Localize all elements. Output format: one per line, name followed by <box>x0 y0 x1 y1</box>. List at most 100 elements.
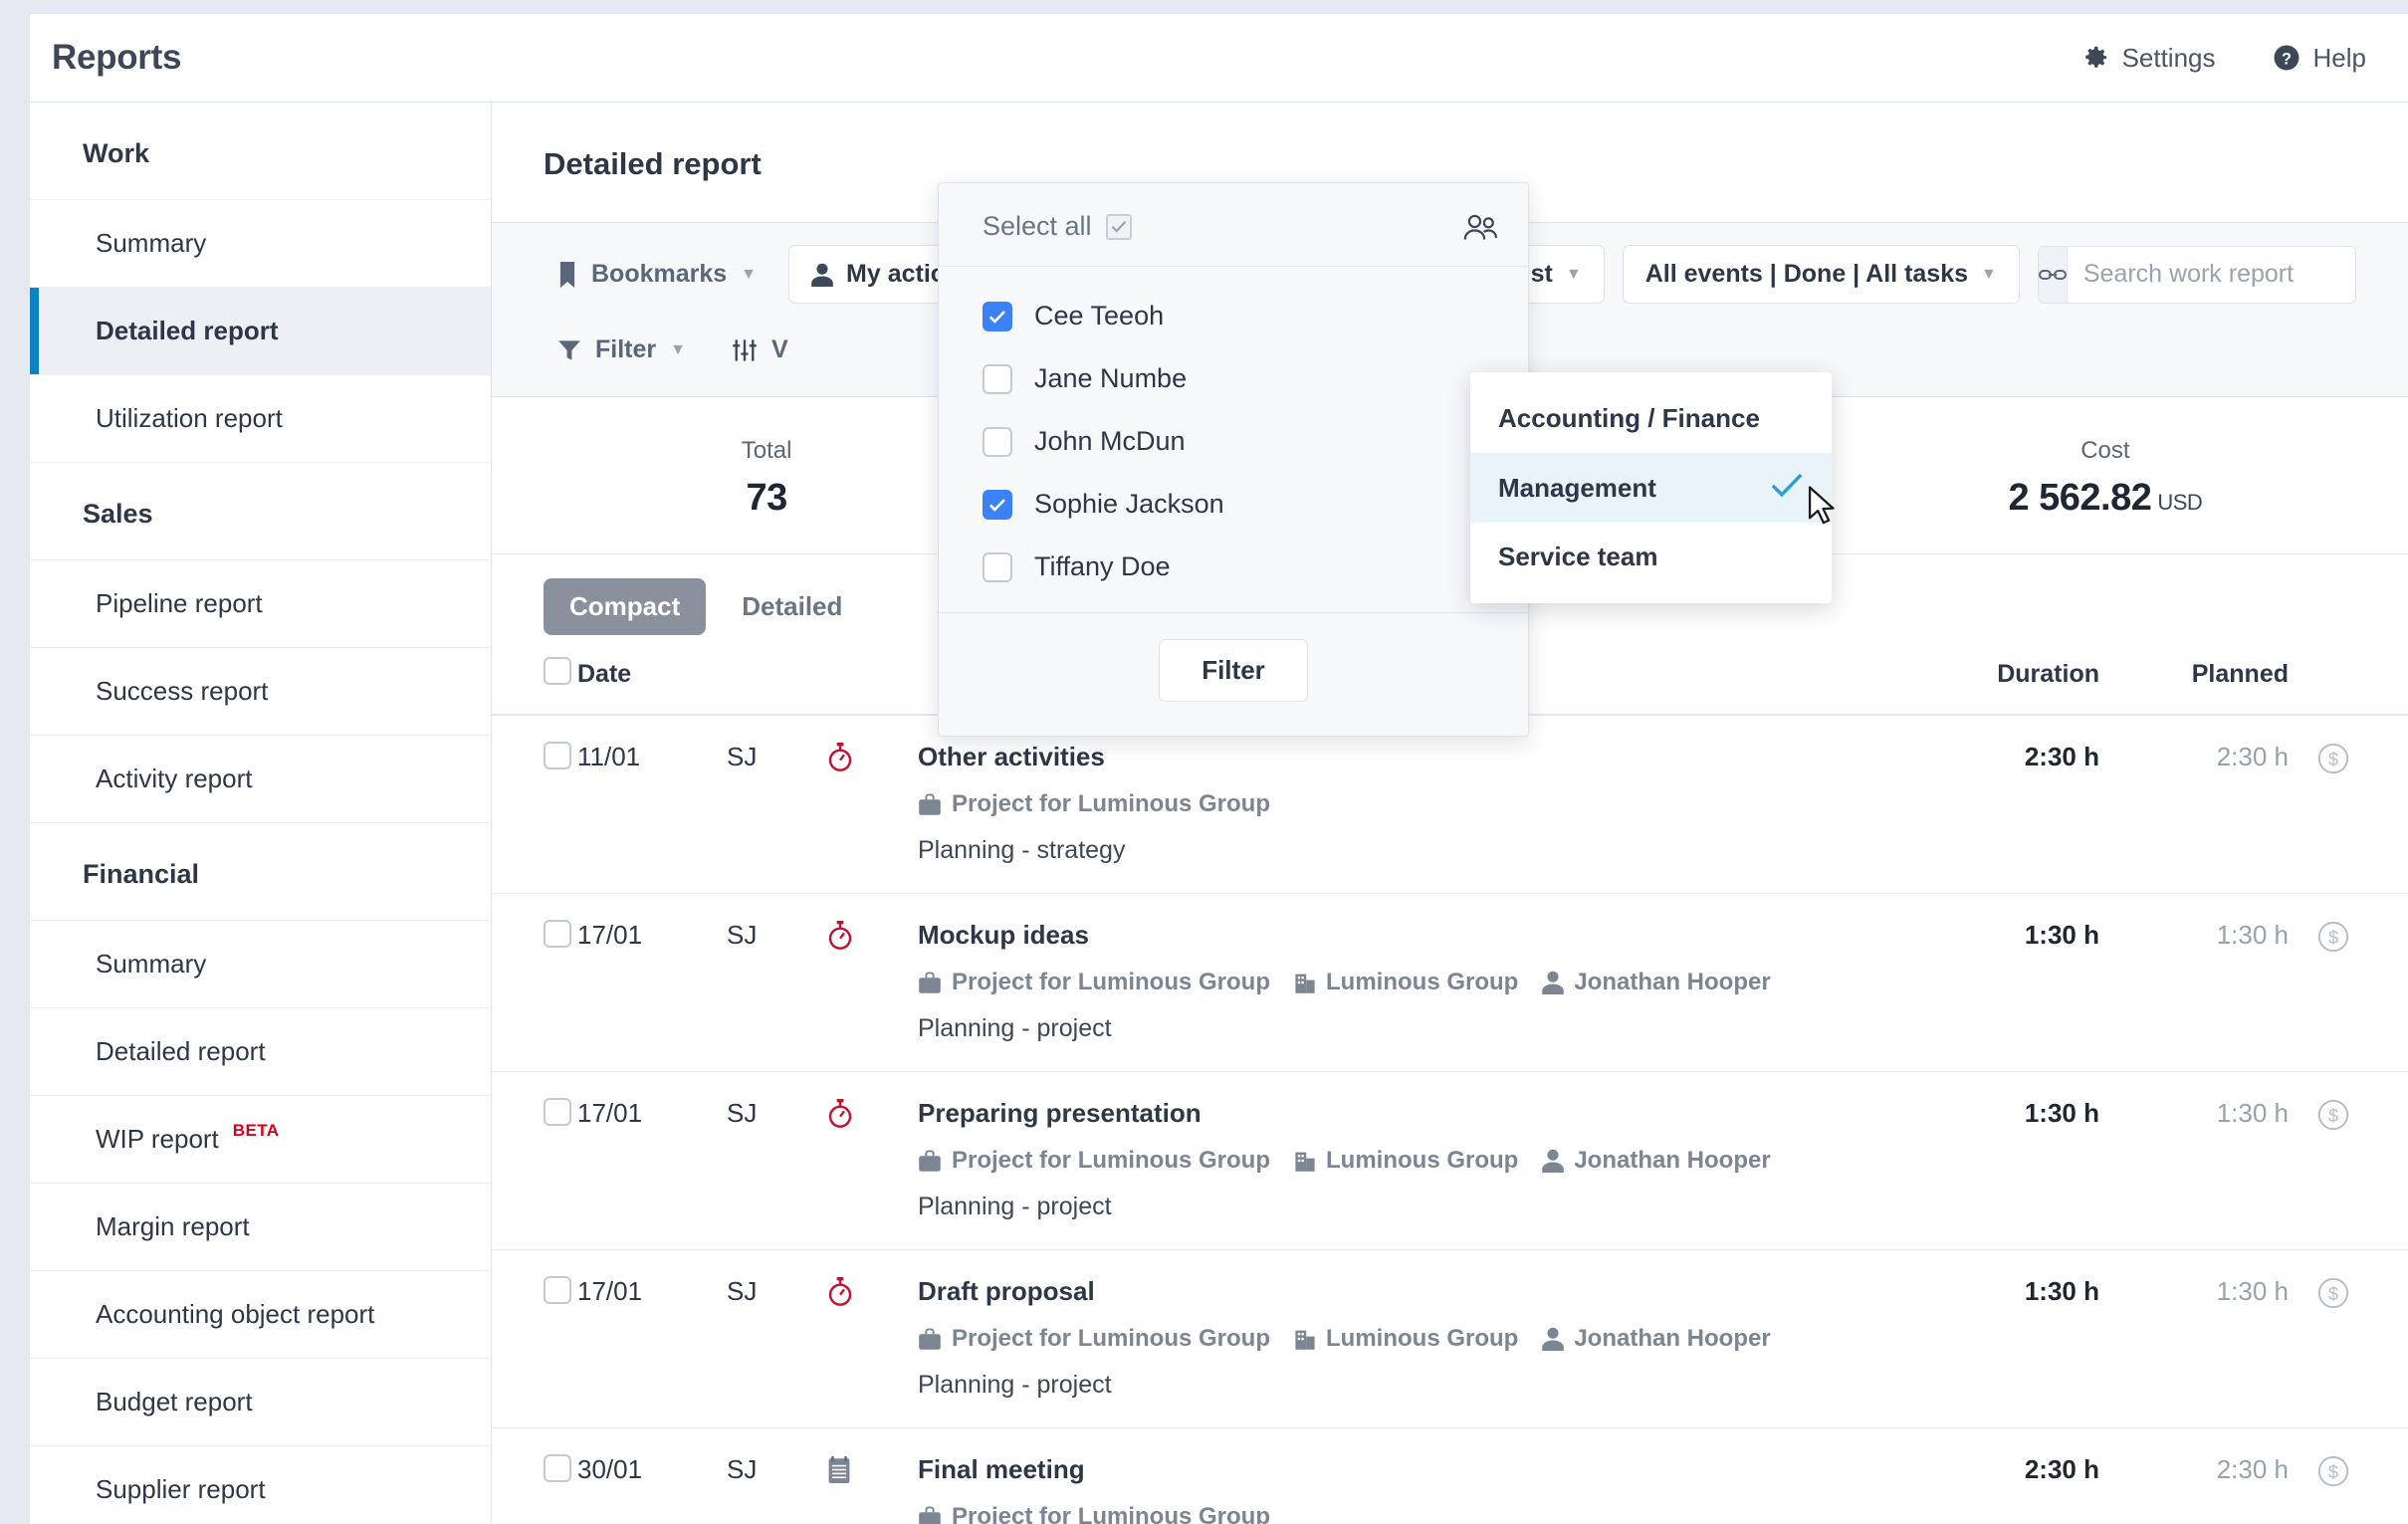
table-row[interactable]: 17/01 SJ Draft proposal Project for Lumi… <box>492 1250 2408 1428</box>
row-person[interactable]: Jonathan Hooper <box>1542 969 1771 996</box>
funnel-icon <box>557 338 581 362</box>
row-billable-cell: $ <box>2289 1250 2408 1428</box>
sidebar-group-title-work: Work <box>30 103 491 200</box>
row-task-title: Preparing presentation <box>918 1098 1202 1128</box>
list-item[interactable]: John McDun <box>939 410 1528 473</box>
person-checkbox[interactable] <box>983 551 1012 582</box>
bookmarks-button[interactable]: Bookmarks ▼ <box>544 250 770 299</box>
row-select-cell <box>492 894 577 1072</box>
row-project[interactable]: Project for Luminous Group <box>918 1147 1270 1175</box>
list-item[interactable]: Jane Numbe <box>939 347 1528 410</box>
events-filter-button[interactable]: All events | Done | All tasks ▼ <box>1622 245 2020 304</box>
settings-button[interactable]: Settings <box>2080 43 2216 74</box>
row-type-cell <box>826 894 918 1072</box>
calendar-icon <box>826 1454 918 1486</box>
person-name: Cee Teeoh <box>1034 301 1165 330</box>
row-checkbox[interactable] <box>544 1098 571 1126</box>
tab-compact[interactable]: Compact <box>544 578 707 635</box>
my-actions-dropdown-panel: Select all Cee Teeoh Jane Numbe John McD… <box>938 182 1529 737</box>
row-billable-cell: $ <box>2289 715 2408 894</box>
sidebar-item-margin-report[interactable]: Margin report <box>30 1184 491 1271</box>
row-duration: 1:30 h <box>2024 920 2099 950</box>
sidebar-item-label: Success report <box>96 676 269 706</box>
sidebar-item-activity-report[interactable]: Activity report <box>30 736 491 823</box>
row-checkbox[interactable] <box>544 742 571 769</box>
row-task-title: Other activities <box>918 742 1105 771</box>
dollar-circle-icon[interactable]: $ <box>2316 1276 2408 1310</box>
sidebar-item-budget-report[interactable]: Budget report <box>30 1359 491 1446</box>
sidebar-item-financial-detailed-report[interactable]: Detailed report <box>30 1008 491 1096</box>
row-task-cell: Final meeting Project for Luminous Group… <box>918 1428 1890 1524</box>
row-checkbox[interactable] <box>544 920 571 948</box>
row-project-label: Project for Luminous Group <box>952 790 1271 817</box>
list-item[interactable]: Sophie Jackson <box>939 473 1528 536</box>
row-task-cell: Preparing presentation Project for Lumin… <box>918 1072 1890 1250</box>
row-task-title: Final meeting <box>918 1454 1085 1484</box>
dollar-circle-icon[interactable]: $ <box>2316 742 2408 775</box>
submenu-item-service-team[interactable]: Service team <box>1470 523 1832 591</box>
row-company[interactable]: Luminous Group <box>1294 1147 1518 1175</box>
sidebar-item-work-utilization-report[interactable]: Utilization report <box>30 375 491 463</box>
sidebar-item-financial-summary[interactable]: Summary <box>30 921 491 1008</box>
row-company[interactable]: Luminous Group <box>1294 969 1518 996</box>
row-checkbox[interactable] <box>544 1454 571 1482</box>
select-all-rows-checkbox[interactable] <box>544 657 571 685</box>
help-button[interactable]: ? Help <box>2272 43 2366 74</box>
sidebar-item-success-report[interactable]: Success report <box>30 648 491 736</box>
search-input[interactable] <box>2067 246 2355 303</box>
row-company[interactable]: Luminous Group <box>1294 1325 1518 1353</box>
select-all-rows-header <box>492 657 577 716</box>
row-person[interactable]: Jonathan Hooper <box>1542 1325 1771 1353</box>
select-all-people[interactable]: Select all <box>983 211 1132 242</box>
row-project[interactable]: Project for Luminous Group <box>918 790 1270 818</box>
person-checkbox[interactable] <box>983 426 1012 457</box>
table-body: 11/01 SJ Other activities Project for Lu… <box>492 715 2408 1524</box>
person-checkbox-checked[interactable] <box>983 489 1012 520</box>
row-type-cell <box>826 1072 918 1250</box>
apply-filter-button[interactable]: Filter <box>1159 639 1308 702</box>
filter-button[interactable]: Filter ▼ <box>544 326 700 374</box>
person-checkbox[interactable] <box>983 363 1012 394</box>
svg-text:?: ? <box>2282 50 2292 68</box>
submenu-item-label: Service team <box>1498 542 1658 571</box>
row-date: 17/01 <box>577 1098 643 1128</box>
row-billable-cell: $ <box>2289 1428 2408 1524</box>
list-item[interactable]: Cee Teeoh <box>939 285 1528 347</box>
tab-detailed[interactable]: Detailed <box>716 578 868 635</box>
submenu-item-management[interactable]: Management <box>1470 453 1832 523</box>
dollar-circle-icon[interactable]: $ <box>2316 1098 2408 1132</box>
list-item[interactable]: Tiffany Doe <box>939 536 1528 598</box>
sidebar-item-supplier-report[interactable]: Supplier report <box>30 1446 491 1524</box>
stopwatch-icon <box>826 1276 918 1308</box>
dollar-circle-icon[interactable]: $ <box>2316 920 2408 954</box>
person-name: Sophie Jackson <box>1034 489 1224 519</box>
row-project[interactable]: Project for Luminous Group <box>918 1325 1270 1353</box>
sidebar-item-pipeline-report[interactable]: Pipeline report <box>30 560 491 648</box>
table-row[interactable]: 30/01 SJ Final meeting Project for Lumin… <box>492 1428 2408 1524</box>
table-row[interactable]: 17/01 SJ Mockup ideas Project for Lumino… <box>492 894 2408 1072</box>
view-label: V <box>770 335 788 363</box>
row-checkbox[interactable] <box>544 1276 571 1304</box>
row-task-title: Draft proposal <box>918 1276 1095 1306</box>
row-planned: 2:30 h <box>2216 1454 2289 1484</box>
stat-cost: Cost 2 562.82 USD <box>1882 437 2328 520</box>
view-button[interactable]: V <box>718 326 802 374</box>
group-selector-button[interactable] <box>1462 213 1498 241</box>
sidebar-item-accounting-object-report[interactable]: Accounting object report <box>30 1271 491 1359</box>
row-person[interactable]: Jonathan Hooper <box>1542 1147 1771 1175</box>
row-project[interactable]: Project for Luminous Group <box>918 1503 1270 1524</box>
svg-text:$: $ <box>2328 1283 2338 1304</box>
sidebar-item-work-detailed-report[interactable]: Detailed report <box>30 288 491 375</box>
dollar-circle-icon[interactable]: $ <box>2316 1454 2408 1488</box>
row-project[interactable]: Project for Luminous Group <box>918 969 1270 996</box>
select-all-checkbox[interactable] <box>1105 213 1132 240</box>
search-work-report[interactable] <box>2037 245 2356 304</box>
submenu-item-accounting-finance[interactable]: Accounting / Finance <box>1470 384 1832 453</box>
sidebar-item-wip-report[interactable]: WIP report BETA <box>30 1096 491 1184</box>
column-header-date: Date <box>577 657 727 716</box>
row-duration: 1:30 h <box>2024 1276 2099 1306</box>
person-checkbox-checked[interactable] <box>983 301 1012 331</box>
table-row[interactable]: 17/01 SJ Preparing presentation Project … <box>492 1072 2408 1250</box>
sidebar-item-work-summary[interactable]: Summary <box>30 200 491 288</box>
table-row[interactable]: 11/01 SJ Other activities Project for Lu… <box>492 715 2408 894</box>
